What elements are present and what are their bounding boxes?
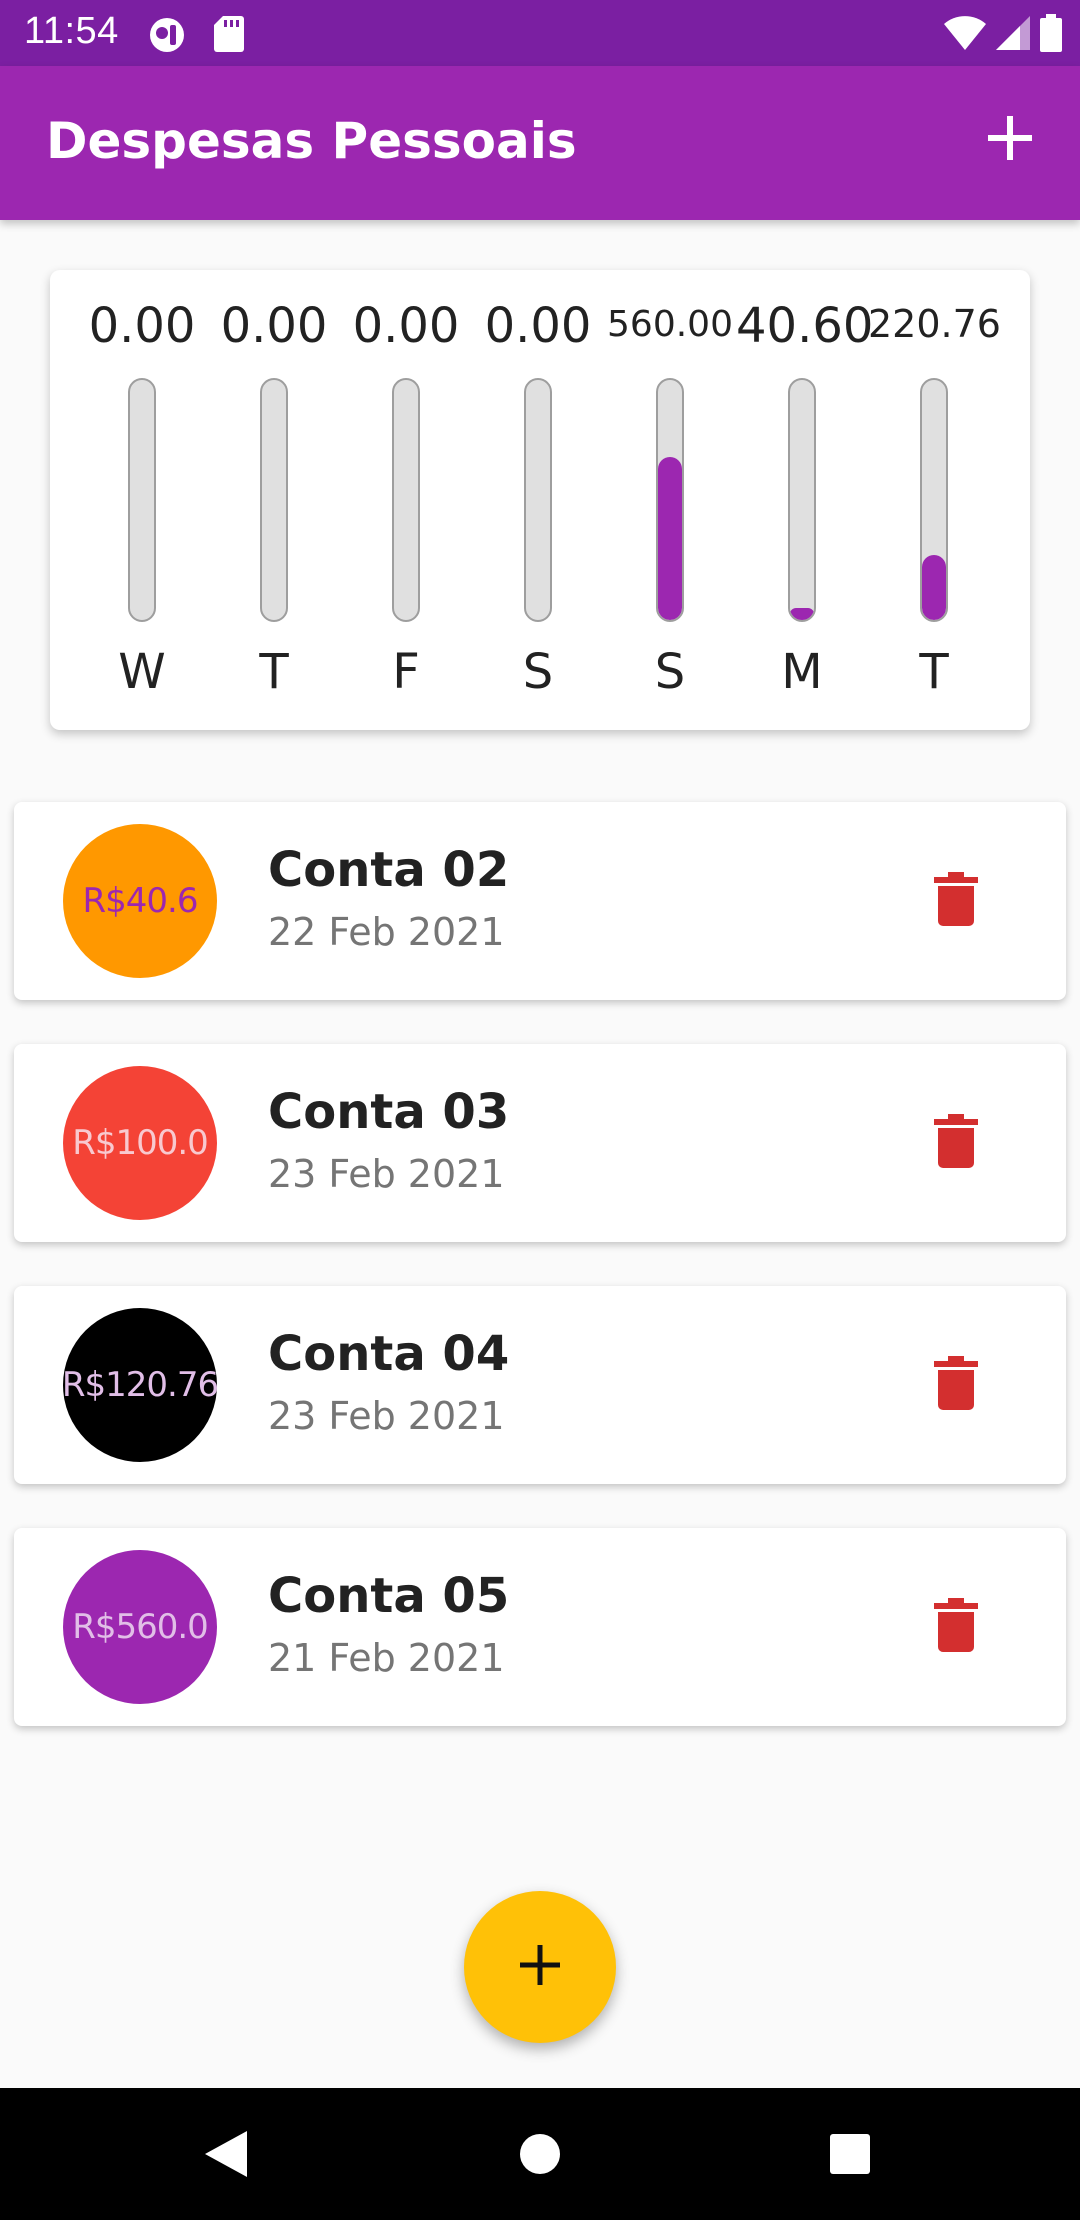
chart-bar-track: [524, 378, 552, 622]
chart-bar-day-label: T: [919, 644, 949, 700]
vpn-key-icon: [148, 16, 186, 59]
chart-bar-day-label: T: [259, 644, 289, 700]
chart-bar-value: 0.00: [352, 298, 460, 354]
trash-icon[interactable]: [934, 1598, 978, 1652]
chart-bar-day-4: 560.00 S: [604, 270, 736, 730]
transaction-card[interactable]: R$40.6 Conta 02 22 Feb 2021: [14, 802, 1066, 1000]
chart-bar-fill: [790, 608, 814, 620]
app-bar: Despesas Pessoais: [0, 66, 1080, 220]
chart-bar-day-label: S: [654, 644, 686, 700]
trash-icon[interactable]: [934, 872, 978, 926]
chart-bar-value: 220.76: [868, 302, 1001, 346]
trash-icon[interactable]: [934, 1114, 978, 1168]
chart-bar-track: [128, 378, 156, 622]
transaction-title: Conta 03: [268, 1084, 510, 1140]
chart-bar-day-label: S: [522, 644, 554, 700]
sd-card-icon: [214, 16, 244, 57]
chart-bar-day-6: 220.76 T: [868, 270, 1001, 730]
chart-bar-value: 560.00: [607, 304, 733, 345]
transaction-card[interactable]: R$100.0 Conta 03 23 Feb 2021: [14, 1044, 1066, 1242]
battery-icon: [1040, 14, 1062, 57]
cell-signal-icon: [996, 16, 1030, 55]
chart-bar-day-label: M: [781, 644, 823, 700]
chart-bar-track: [656, 378, 684, 622]
chart-bar-track: [788, 378, 816, 622]
transaction-card[interactable]: R$560.0 Conta 05 21 Feb 2021: [14, 1528, 1066, 1726]
transaction-card[interactable]: R$120.76 Conta 04 23 Feb 2021: [14, 1286, 1066, 1484]
chart-bar-track: [920, 378, 948, 622]
chart-bar-day-1: 0.00 T: [208, 270, 340, 730]
chart-bar-fill: [922, 555, 946, 620]
transaction-date: 23 Feb 2021: [268, 1152, 505, 1196]
amount-avatar: R$560.0: [63, 1550, 217, 1704]
chart-bar-track: [260, 378, 288, 622]
chart-bar-day-2: 0.00 F: [340, 270, 472, 730]
chart-bar-day-3: 0.00 S: [472, 270, 604, 730]
chart-bar-fill: [658, 456, 682, 620]
transaction-title: Conta 05: [268, 1568, 510, 1624]
recents-icon[interactable]: [820, 2124, 880, 2184]
chart-bar-value: 0.00: [220, 298, 328, 354]
transaction-title: Conta 04: [268, 1326, 510, 1382]
amount-avatar: R$40.6: [63, 824, 217, 978]
status-time: 11:54: [24, 10, 119, 52]
chart-bar-value: 0.00: [484, 298, 592, 354]
wifi-icon: [944, 16, 986, 55]
amount-avatar: R$100.0: [63, 1066, 217, 1220]
transaction-title: Conta 02: [268, 842, 510, 898]
chart-bar-track: [392, 378, 420, 622]
home-icon[interactable]: [510, 2124, 570, 2184]
transaction-date: 23 Feb 2021: [268, 1394, 505, 1438]
chart-bar-day-label: F: [392, 644, 420, 700]
plus-icon[interactable]: [980, 108, 1040, 168]
trash-icon[interactable]: [934, 1356, 978, 1410]
status-bar: 11:54: [0, 0, 1080, 66]
add-transaction-fab[interactable]: [464, 1891, 616, 2043]
back-icon[interactable]: [196, 2124, 256, 2184]
plus-icon: [518, 1943, 562, 1992]
transaction-date: 22 Feb 2021: [268, 910, 505, 954]
chart-bar-day-5: 40.60 M: [736, 270, 874, 730]
chart-bar-value: 0.00: [88, 298, 196, 354]
amount-avatar: R$120.76: [62, 1308, 219, 1462]
chart-bar-day-label: W: [118, 644, 166, 700]
transaction-date: 21 Feb 2021: [268, 1636, 505, 1680]
chart-bar-day-0: 0.00 W: [76, 270, 208, 730]
app-title: Despesas Pessoais: [46, 112, 577, 170]
navigation-bar: [0, 2088, 1080, 2220]
weekly-chart-card: 0.00 W 0.00 T 0.00 F 0.00 S 560.00 S 40.…: [50, 270, 1030, 730]
chart-bar-value: 40.60: [736, 298, 874, 354]
